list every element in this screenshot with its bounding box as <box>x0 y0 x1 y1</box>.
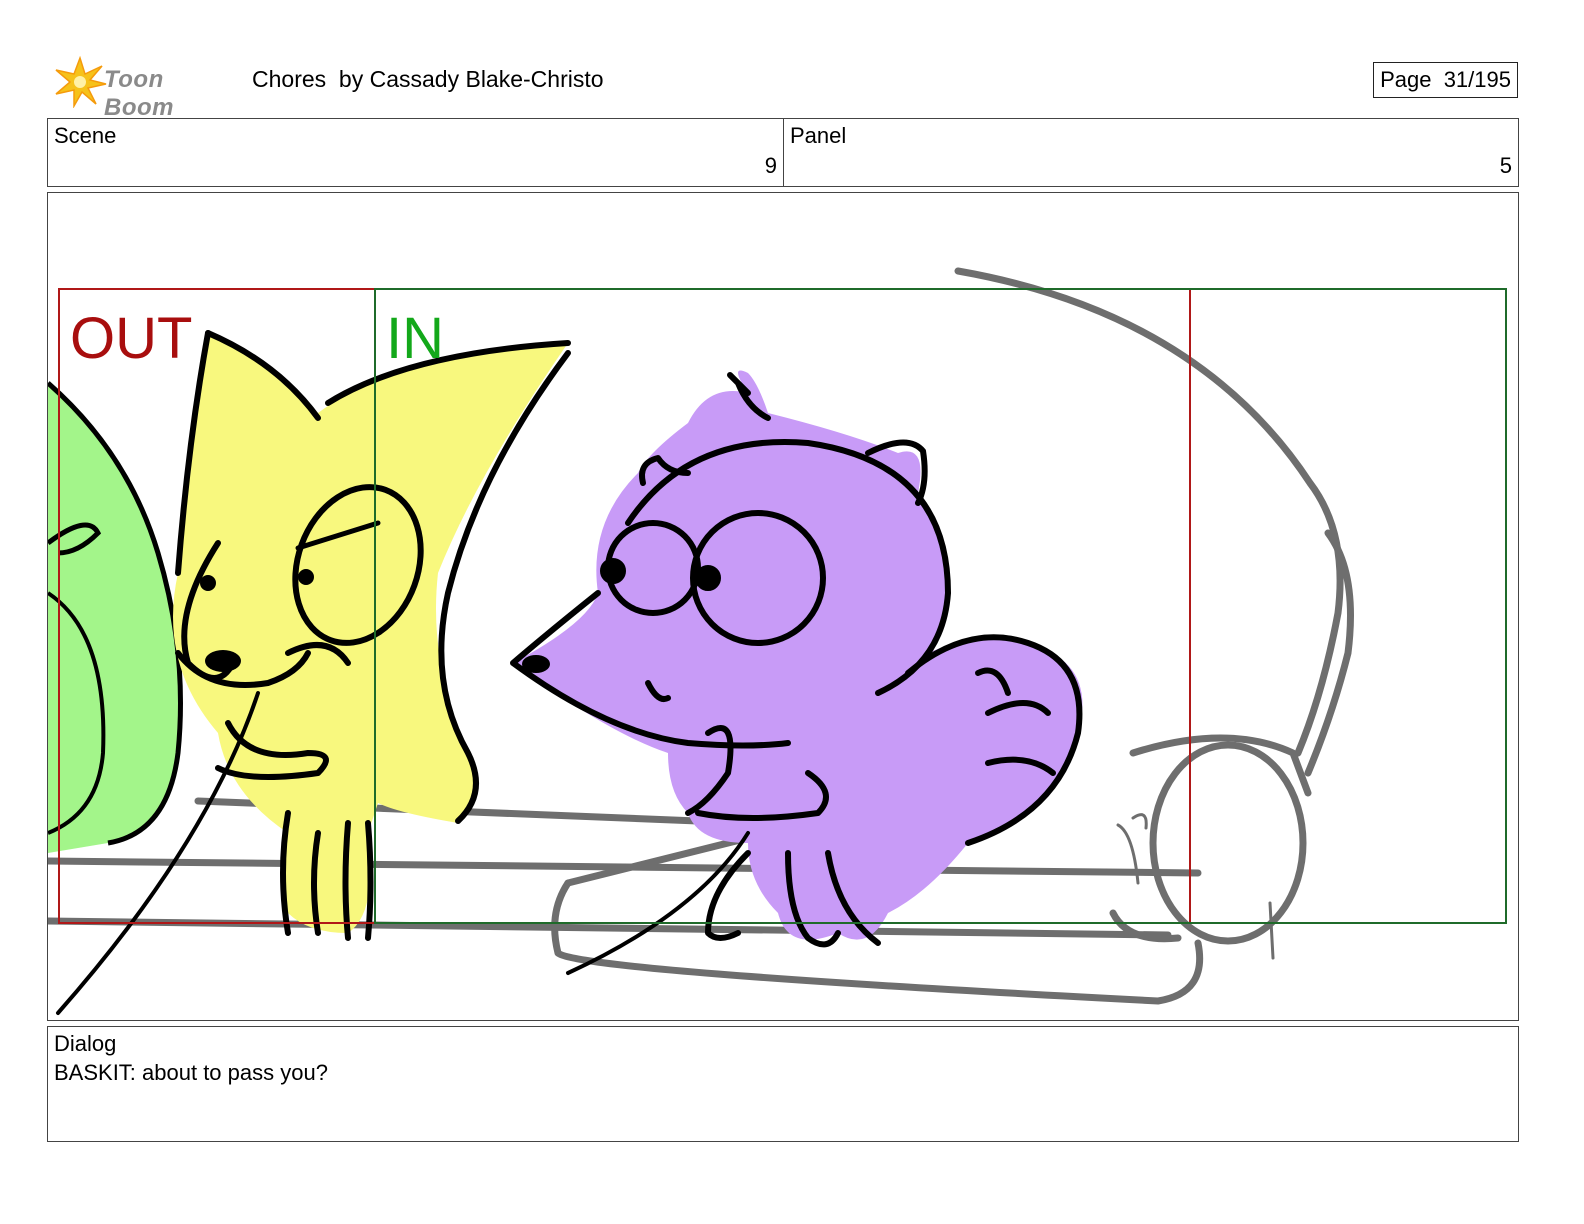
green-character-sketch <box>48 381 183 853</box>
scene-number: 9 <box>764 153 777 178</box>
scene-label: Scene <box>54 123 117 148</box>
dialog-label: Dialog <box>54 1031 117 1056</box>
panel-label: Panel <box>790 123 847 148</box>
scene-panel-info: Scene 9 Panel 5 <box>47 118 1519 187</box>
document-title: Chores by Cassady Blake-Christo <box>252 66 604 92</box>
starburst-logo-icon <box>55 55 107 109</box>
toon-boom-logo: Toon Boom <box>50 54 240 121</box>
dialog-box: Dialog BASKIT: about to pass you? <box>47 1026 1519 1142</box>
out-label: OUT <box>70 306 192 371</box>
dialog-text: BASKIT: about to pass you? <box>54 1060 328 1085</box>
storyboard-panel: OUT IN <box>47 192 1519 1021</box>
scene-cell: Scene 9 <box>48 119 784 186</box>
page-indicator: Page 31/195 <box>1373 62 1518 98</box>
storyboard-header: Toon Boom Chores by Cassady Blake-Christ… <box>48 52 1520 121</box>
in-label: IN <box>386 306 444 371</box>
panel-number: 5 <box>1499 153 1512 178</box>
panel-cell: Panel 5 <box>784 119 1518 186</box>
purple-raccoon-character-sketch <box>510 370 1083 975</box>
panel-artwork: OUT IN <box>48 267 1507 1015</box>
logo-wordmark: Toon Boom <box>104 66 174 121</box>
